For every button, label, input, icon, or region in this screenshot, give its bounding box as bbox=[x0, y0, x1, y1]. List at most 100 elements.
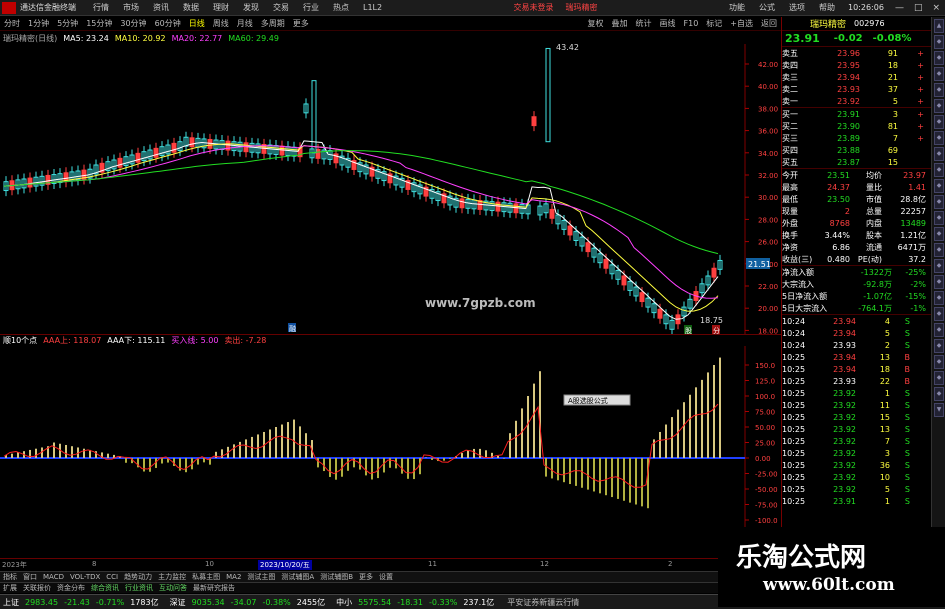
menu-item[interactable]: 发现 bbox=[243, 2, 259, 13]
period-tab[interactable]: 月线 bbox=[237, 18, 253, 29]
menu-item[interactable]: 帮助 bbox=[819, 2, 835, 13]
flow-row-cell: 5日净流入额 bbox=[782, 291, 828, 301]
menu-item[interactable]: 热点 bbox=[333, 2, 349, 13]
menu-item[interactable]: 市场 bbox=[123, 2, 139, 13]
flow-row: 5日大宗流入 -764.1万 -1% bbox=[782, 302, 931, 314]
indicator-tab[interactable]: 趋势动力 bbox=[124, 572, 152, 582]
side-button[interactable]: ◆ bbox=[934, 387, 944, 401]
menu-item[interactable]: 交易 bbox=[273, 2, 289, 13]
tick-row: 10:25 23.94 18 B bbox=[782, 363, 931, 375]
func-tab[interactable]: 互动问答 bbox=[159, 583, 187, 593]
side-button[interactable]: ▼ bbox=[934, 403, 944, 417]
indicator-tab[interactable]: 更多 bbox=[359, 572, 373, 582]
indicator-tab[interactable]: MACD bbox=[43, 573, 64, 581]
side-button[interactable]: ◆ bbox=[934, 195, 944, 209]
side-button[interactable]: ◆ bbox=[934, 115, 944, 129]
side-button[interactable]: ◆ bbox=[934, 339, 944, 353]
func-tab[interactable]: 综合资讯 bbox=[91, 583, 119, 593]
minimize-button[interactable]: — bbox=[895, 3, 904, 13]
func-tab[interactable]: 最新研究报告 bbox=[193, 583, 235, 593]
indicator-tab[interactable]: 窗口 bbox=[23, 572, 37, 582]
func-tab[interactable]: 资金分布 bbox=[57, 583, 85, 593]
side-button[interactable]: ◆ bbox=[934, 35, 944, 49]
side-button[interactable]: ◆ bbox=[934, 211, 944, 225]
toolbar-button[interactable]: +自选 bbox=[730, 18, 753, 29]
date-cursor: 2023/10/20/五 bbox=[258, 560, 312, 570]
period-tab[interactable]: 分时 bbox=[4, 18, 20, 29]
tick-list[interactable]: 10:24 23.94 4 S 10:24 23.94 5 S 10:24 23.93 2 S 10:2… bbox=[782, 315, 931, 507]
indicator-tab[interactable]: 设置 bbox=[379, 572, 393, 582]
period-tab[interactable]: 多周期 bbox=[261, 18, 285, 29]
candle bbox=[567, 225, 573, 236]
side-button[interactable]: ◆ bbox=[934, 99, 944, 113]
buy-line-label: 买入线: 5.00 bbox=[171, 336, 219, 345]
side-button[interactable]: ◆ bbox=[934, 163, 944, 177]
side-button[interactable]: ◆ bbox=[934, 67, 944, 81]
toolbar-button[interactable]: 复权 bbox=[588, 18, 604, 29]
close-button[interactable]: × bbox=[932, 3, 940, 13]
ask-row-cell: 18 bbox=[887, 60, 898, 70]
stat-row-cell: 外盘 bbox=[782, 218, 798, 228]
period-tab[interactable]: 60分钟 bbox=[155, 18, 181, 29]
side-button[interactable]: ◆ bbox=[934, 355, 944, 369]
indicator-tab[interactable]: 测试辅图A bbox=[281, 572, 314, 582]
side-button[interactable]: ◆ bbox=[934, 147, 944, 161]
func-tab[interactable]: 关联报价 bbox=[23, 583, 51, 593]
toolbar-button[interactable]: 返回 bbox=[761, 18, 777, 29]
indicator-tab[interactable]: 测试辅图B bbox=[320, 572, 353, 582]
stat-row-cell: 总量 bbox=[866, 206, 882, 216]
period-tab[interactable]: 15分钟 bbox=[86, 18, 112, 29]
side-button[interactable]: ◆ bbox=[934, 259, 944, 273]
side-button[interactable]: ◆ bbox=[934, 179, 944, 193]
indicator-tab[interactable]: VOL-TDX bbox=[70, 573, 100, 581]
side-button[interactable]: ◆ bbox=[934, 291, 944, 305]
tick-row-cell: 10:25 bbox=[782, 448, 806, 458]
side-button[interactable]: ◆ bbox=[934, 243, 944, 257]
period-tab[interactable]: 5分钟 bbox=[57, 18, 78, 29]
stat-row-cell: 现量 bbox=[782, 206, 798, 216]
login-status[interactable]: 交易未登录 bbox=[514, 2, 554, 13]
period-tab-daily[interactable]: 日线 bbox=[189, 18, 205, 29]
menu-item[interactable]: 数据 bbox=[183, 2, 199, 13]
toolbar-button[interactable]: 叠加 bbox=[612, 18, 628, 29]
side-button[interactable]: ◆ bbox=[934, 371, 944, 385]
period-tab[interactable]: 1分钟 bbox=[28, 18, 49, 29]
candlestick-chart[interactable]: 42.00 40.00 38.00 36.00 34.00 32.00 30.00 28.00… bbox=[0, 44, 781, 334]
menu-item[interactable]: L1L2 bbox=[363, 3, 382, 12]
toolbar-button[interactable]: F10 bbox=[684, 19, 699, 28]
indicator-tab[interactable]: 指标 bbox=[3, 572, 17, 582]
func-tab[interactable]: 扩展 bbox=[3, 583, 17, 593]
menu-item[interactable]: 选项 bbox=[789, 2, 805, 13]
indicator-chart[interactable]: 150.0 125.0 100.0 75.00 50.00 25.00 0.00 -25.00… bbox=[0, 346, 781, 558]
side-button[interactable]: ◆ bbox=[934, 307, 944, 321]
indicator-tab[interactable]: MA2 bbox=[226, 573, 241, 581]
flow-row-cell: -1.07亿 bbox=[863, 291, 892, 301]
side-button[interactable]: ▲ bbox=[934, 19, 944, 33]
menu-item[interactable]: 行情 bbox=[93, 2, 109, 13]
func-tab[interactable]: 行业资讯 bbox=[125, 583, 153, 593]
indicator-tab[interactable]: CCI bbox=[106, 573, 118, 581]
menu-item[interactable]: 公式 bbox=[759, 2, 775, 13]
period-tab[interactable]: 更多 bbox=[293, 18, 309, 29]
side-button[interactable]: ◆ bbox=[934, 227, 944, 241]
side-button[interactable]: ◆ bbox=[934, 323, 944, 337]
menu-item[interactable]: 理财 bbox=[213, 2, 229, 13]
indicator-tab[interactable]: 私募主图 bbox=[192, 572, 220, 582]
side-button[interactable]: ◆ bbox=[934, 275, 944, 289]
toolbar-button[interactable]: 统计 bbox=[636, 18, 652, 29]
period-tab[interactable]: 30分钟 bbox=[120, 18, 146, 29]
indicator-tab[interactable]: 测试主图 bbox=[247, 572, 275, 582]
toolbar-button[interactable]: 画线 bbox=[660, 18, 676, 29]
side-button[interactable]: ◆ bbox=[934, 131, 944, 145]
maximize-button[interactable]: □ bbox=[914, 3, 923, 13]
menu-item[interactable]: 功能 bbox=[729, 2, 745, 13]
toolbar-button[interactable]: 标记 bbox=[706, 18, 722, 29]
ma20-label: MA20: 22.77 bbox=[171, 33, 223, 43]
side-button[interactable]: ◆ bbox=[934, 83, 944, 97]
stat-row: 今开 23.51 均价 23.97 bbox=[782, 169, 931, 181]
side-button[interactable]: ◆ bbox=[934, 51, 944, 65]
indicator-tab[interactable]: 主力监控 bbox=[158, 572, 186, 582]
menu-item[interactable]: 行业 bbox=[303, 2, 319, 13]
period-tab[interactable]: 周线 bbox=[213, 18, 229, 29]
menu-item[interactable]: 资讯 bbox=[153, 2, 169, 13]
